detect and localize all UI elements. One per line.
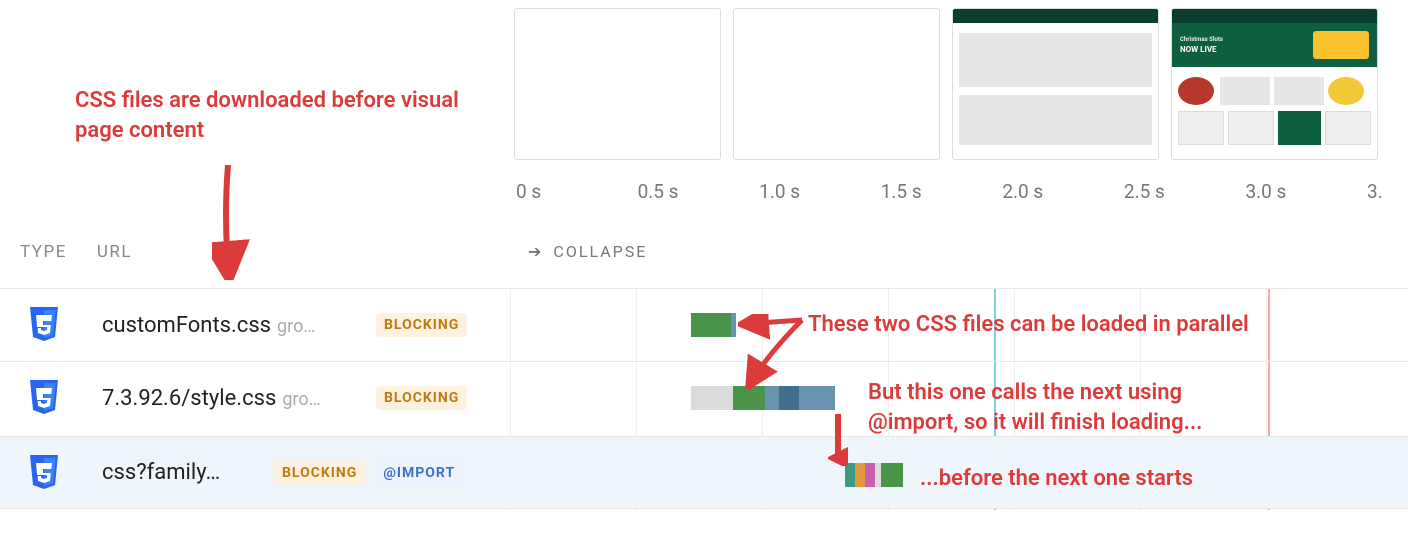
waterfall-bar[interactable]: [845, 463, 903, 487]
arrow-right-icon: ➔: [528, 242, 543, 261]
time-tick: 3.: [1367, 180, 1396, 203]
collapse-button[interactable]: ➔ COLLAPSE: [528, 242, 647, 261]
time-tick: 1.5 s: [881, 180, 1003, 203]
waterfall-bar[interactable]: [691, 386, 835, 410]
time-tick: 1.0 s: [759, 180, 881, 203]
request-url: css?family…: [102, 460, 220, 485]
annotation-arrow-down-icon: [828, 414, 848, 466]
time-tick: 3.0 s: [1245, 180, 1367, 203]
time-tick: 2.0 s: [1002, 180, 1124, 203]
arrow-down-icon: [212, 165, 252, 280]
annotation-import: But this one calls the next using @impor…: [868, 378, 1202, 437]
column-type-header[interactable]: TYPE: [20, 242, 67, 262]
filmstrip-thumb[interactable]: Christmas Slots NOW LIVE: [1171, 8, 1378, 160]
filmstrip[interactable]: Christmas Slots NOW LIVE: [510, 4, 1382, 164]
css-icon: [28, 307, 60, 343]
import-badge: @IMPORT: [375, 461, 463, 485]
blocking-badge: BLOCKING: [376, 386, 467, 410]
filmstrip-thumb[interactable]: [514, 8, 721, 160]
time-tick: 0.5 s: [638, 180, 760, 203]
request-url-domain: gro…: [277, 316, 315, 337]
annotation-top: CSS files are downloaded before visual p…: [75, 86, 500, 145]
request-url-domain: gro…: [282, 389, 320, 410]
time-axis[interactable]: 0 s 0.5 s 1.0 s 1.5 s 2.0 s 2.5 s 3.0 s …: [516, 180, 1396, 203]
blocking-badge: BLOCKING: [274, 461, 365, 485]
css-icon: [28, 455, 60, 491]
request-url: 7.3.92.6/style.css: [102, 386, 276, 411]
annotation-parallel: These two CSS files can be loaded in par…: [808, 310, 1249, 340]
column-url-header[interactable]: URL: [97, 242, 132, 262]
waterfall-bar[interactable]: [691, 313, 736, 337]
css-icon: [28, 380, 60, 416]
filmstrip-thumb[interactable]: [733, 8, 940, 160]
filmstrip-thumb[interactable]: [952, 8, 1159, 160]
blocking-badge: BLOCKING: [376, 313, 467, 337]
time-tick: 0 s: [516, 180, 638, 203]
request-row[interactable]: css?family… BLOCKING @IMPORT: [0, 436, 1408, 509]
annotation-arrow-icon: [738, 314, 808, 389]
time-tick: 2.5 s: [1124, 180, 1246, 203]
annotation-before-next: ...before the next one starts: [920, 464, 1193, 494]
request-url: customFonts.css: [102, 313, 271, 338]
